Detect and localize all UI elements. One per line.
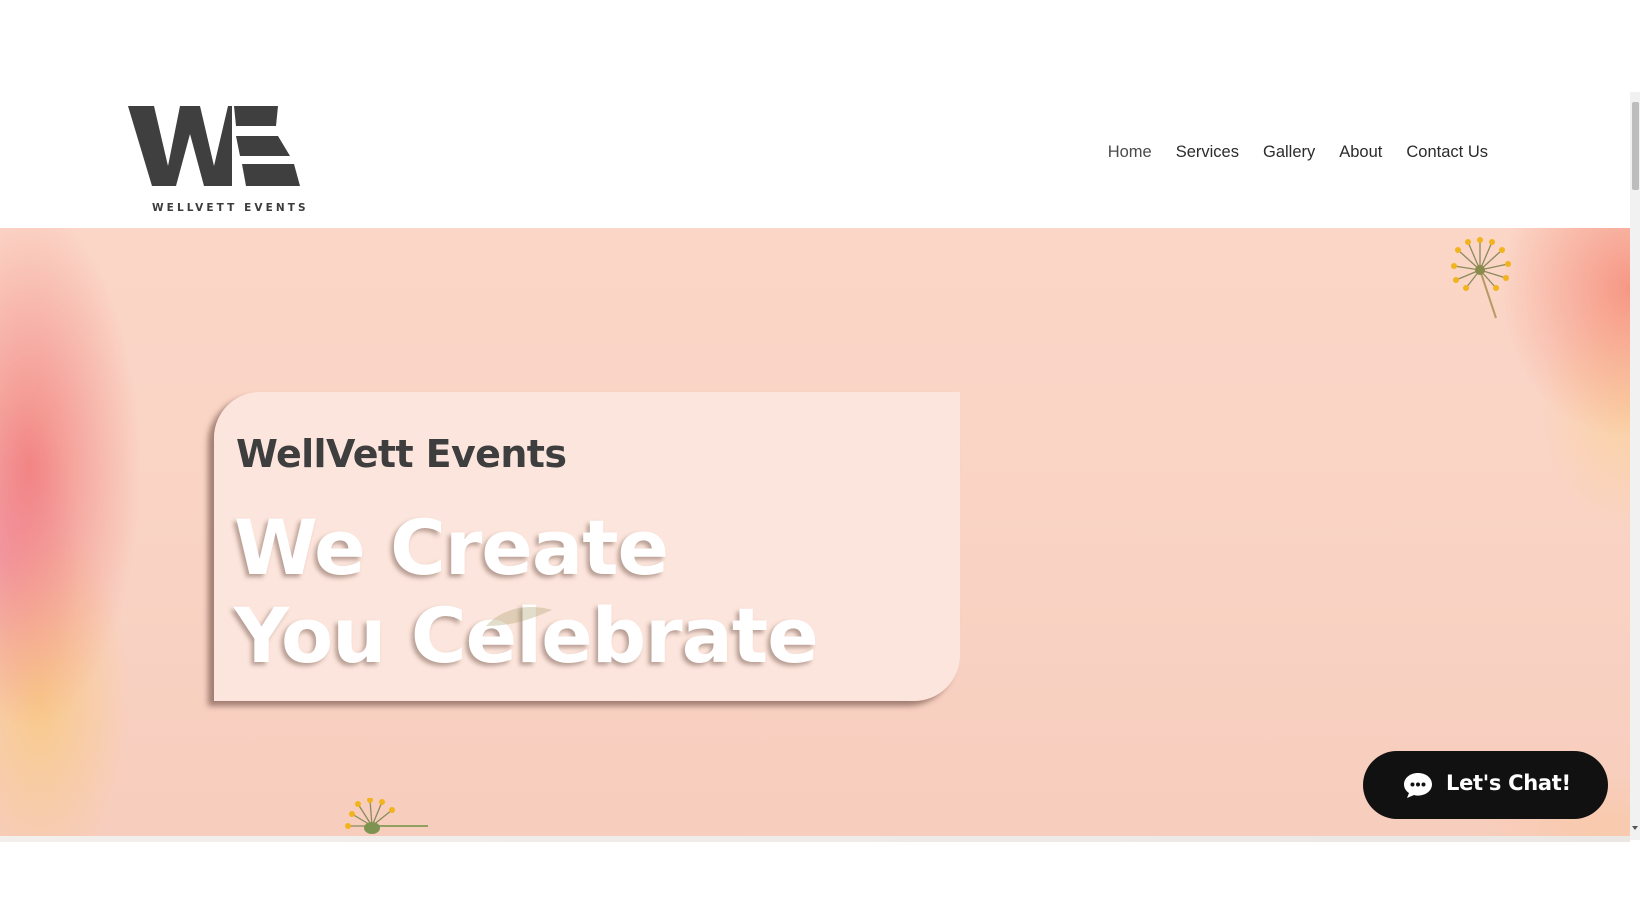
scrollbar-thumb[interactable] — [1632, 102, 1639, 190]
hero-section: WellVett Events We Create You Celebrate — [0, 228, 1630, 836]
main-nav: Home Services Gallery About Contact Us — [1084, 143, 1488, 162]
hero-title: WellVett Events — [236, 432, 567, 476]
section-divider — [0, 836, 1630, 842]
page: WELLVETT EVENTS Home Services Gallery Ab… — [0, 0, 1630, 924]
brand-name: WELLVETT EVENTS — [152, 202, 309, 214]
hero-card: WellVett Events We Create You Celebrate — [214, 392, 960, 701]
nav-item-services[interactable]: Services — [1176, 143, 1239, 162]
hero-headline-line-1: We Create — [234, 503, 669, 592]
chat-button[interactable]: Let's Chat! — [1363, 751, 1608, 819]
hero-headline: We Create You Celebrate — [234, 503, 819, 680]
page-scrollbar[interactable] — [1630, 92, 1640, 840]
leaf-icon — [486, 607, 552, 626]
nav-item-contact-us[interactable]: Contact Us — [1406, 143, 1488, 162]
nav-item-gallery[interactable]: Gallery — [1263, 143, 1315, 162]
chat-bubble-icon — [1404, 773, 1432, 798]
we-monogram-icon — [128, 106, 300, 186]
chat-button-label: Let's Chat! — [1446, 771, 1571, 795]
brand-logo[interactable]: WELLVETT EVENTS — [128, 104, 309, 216]
dandelion-flower-icon — [1451, 237, 1511, 319]
scroll-down-arrow-icon[interactable] — [1632, 826, 1638, 830]
dandelion-flower-icon — [345, 798, 428, 834]
nav-item-about[interactable]: About — [1339, 143, 1382, 162]
nav-item-home[interactable]: Home — [1108, 143, 1152, 162]
